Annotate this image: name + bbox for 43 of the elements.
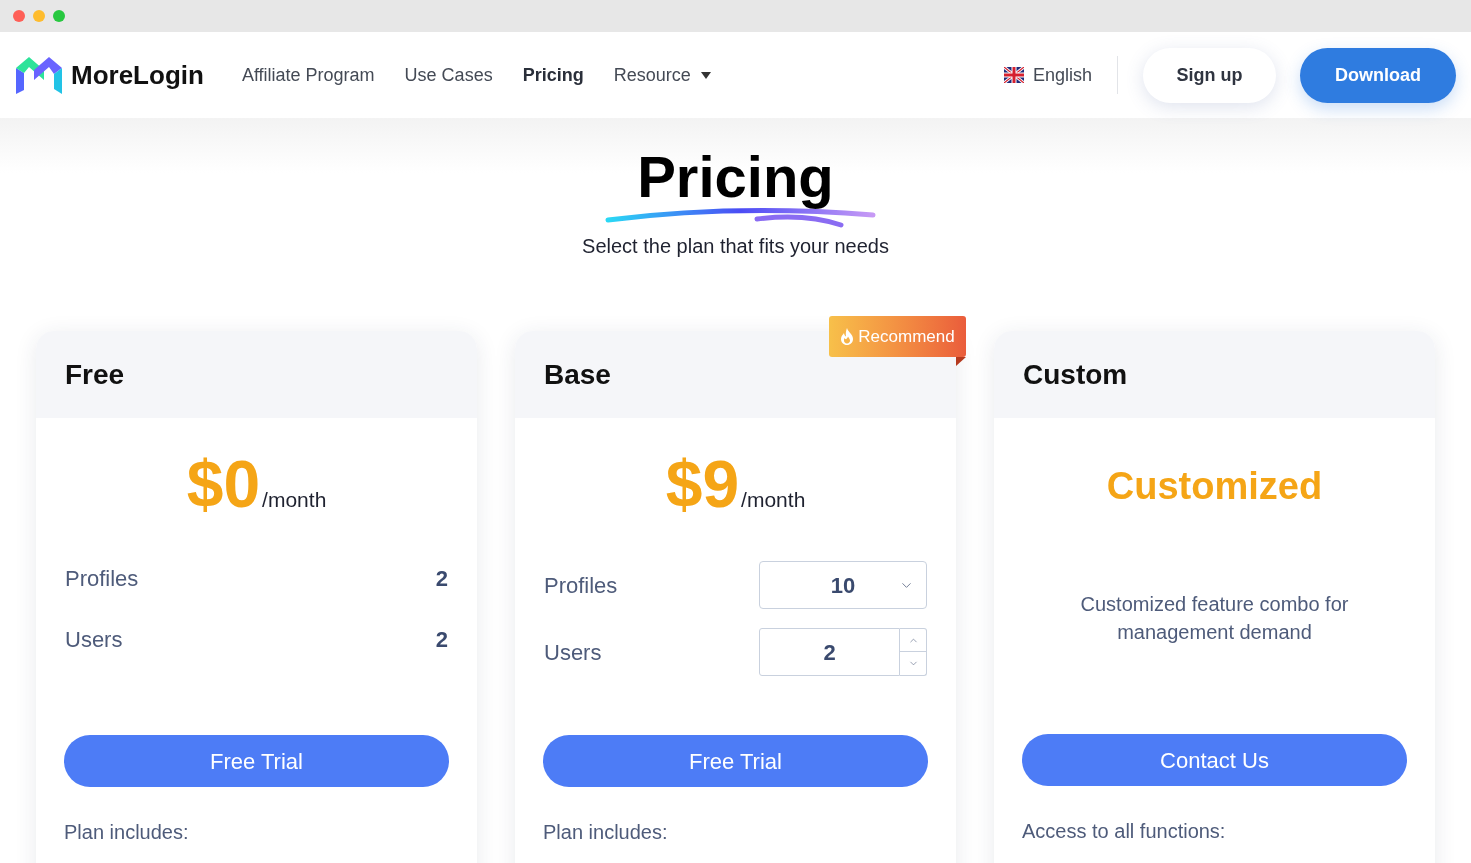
recommend-badge: Recommend (829, 316, 966, 357)
plan-footer-text: Access to all functions: (1022, 819, 1227, 843)
number-field[interactable]: 2 (759, 628, 900, 676)
brand-name[interactable]: MoreLogin (71, 55, 204, 95)
increment-button[interactable] (900, 628, 927, 652)
plan-headline: Customized (1106, 463, 1323, 509)
minimize-icon[interactable] (33, 10, 45, 22)
ribbon-fold-icon (956, 357, 966, 366)
row-label: Profiles (65, 565, 139, 593)
nav-link[interactable]: Use Cases (404, 61, 493, 89)
price-amount: $9 (665, 451, 740, 517)
price-period: /month (262, 489, 327, 510)
decrement-button[interactable] (900, 652, 927, 676)
price-period: /month (741, 489, 806, 510)
download-button[interactable]: Download (1300, 47, 1456, 103)
plan-name: Base (544, 357, 611, 392)
uk-flag-icon (1003, 67, 1024, 83)
close-icon[interactable] (13, 10, 25, 22)
plan-footer-text: Plan includes: (543, 820, 669, 844)
plan-action-button[interactable]: Free Trial (64, 735, 449, 787)
logo-icon (16, 56, 62, 94)
plan-name: Custom (1023, 357, 1128, 392)
select-field[interactable]: 10 (759, 561, 927, 609)
row-label: Users (65, 626, 123, 654)
plan-description: Customized feature combo for management demand (1079, 592, 1350, 645)
price-amount: $0 (186, 451, 261, 517)
page-subtitle: Select the plan that fits your needs (582, 234, 889, 258)
language-selector[interactable]: English (1032, 61, 1092, 89)
maximize-icon[interactable] (53, 10, 65, 22)
sign-up-button[interactable]: Sign up (1143, 47, 1276, 103)
nav-link[interactable]: Pricing (522, 61, 584, 89)
row-value: 2 (435, 565, 448, 593)
nav-link[interactable]: Affiliate Program (241, 61, 375, 89)
nav-link[interactable]: Resource (613, 61, 711, 89)
row-label: Profiles (544, 571, 618, 600)
flame-icon (840, 328, 855, 345)
row-label: Users (544, 638, 602, 667)
row-value: 2 (435, 626, 448, 654)
plan-footer-text: Plan includes: (64, 820, 190, 844)
plan-action-button[interactable]: Free Trial (543, 735, 928, 787)
plan-name: Free (65, 357, 125, 392)
plan-action-button[interactable]: Contact Us (1022, 734, 1407, 786)
caret-down-icon (700, 71, 711, 79)
